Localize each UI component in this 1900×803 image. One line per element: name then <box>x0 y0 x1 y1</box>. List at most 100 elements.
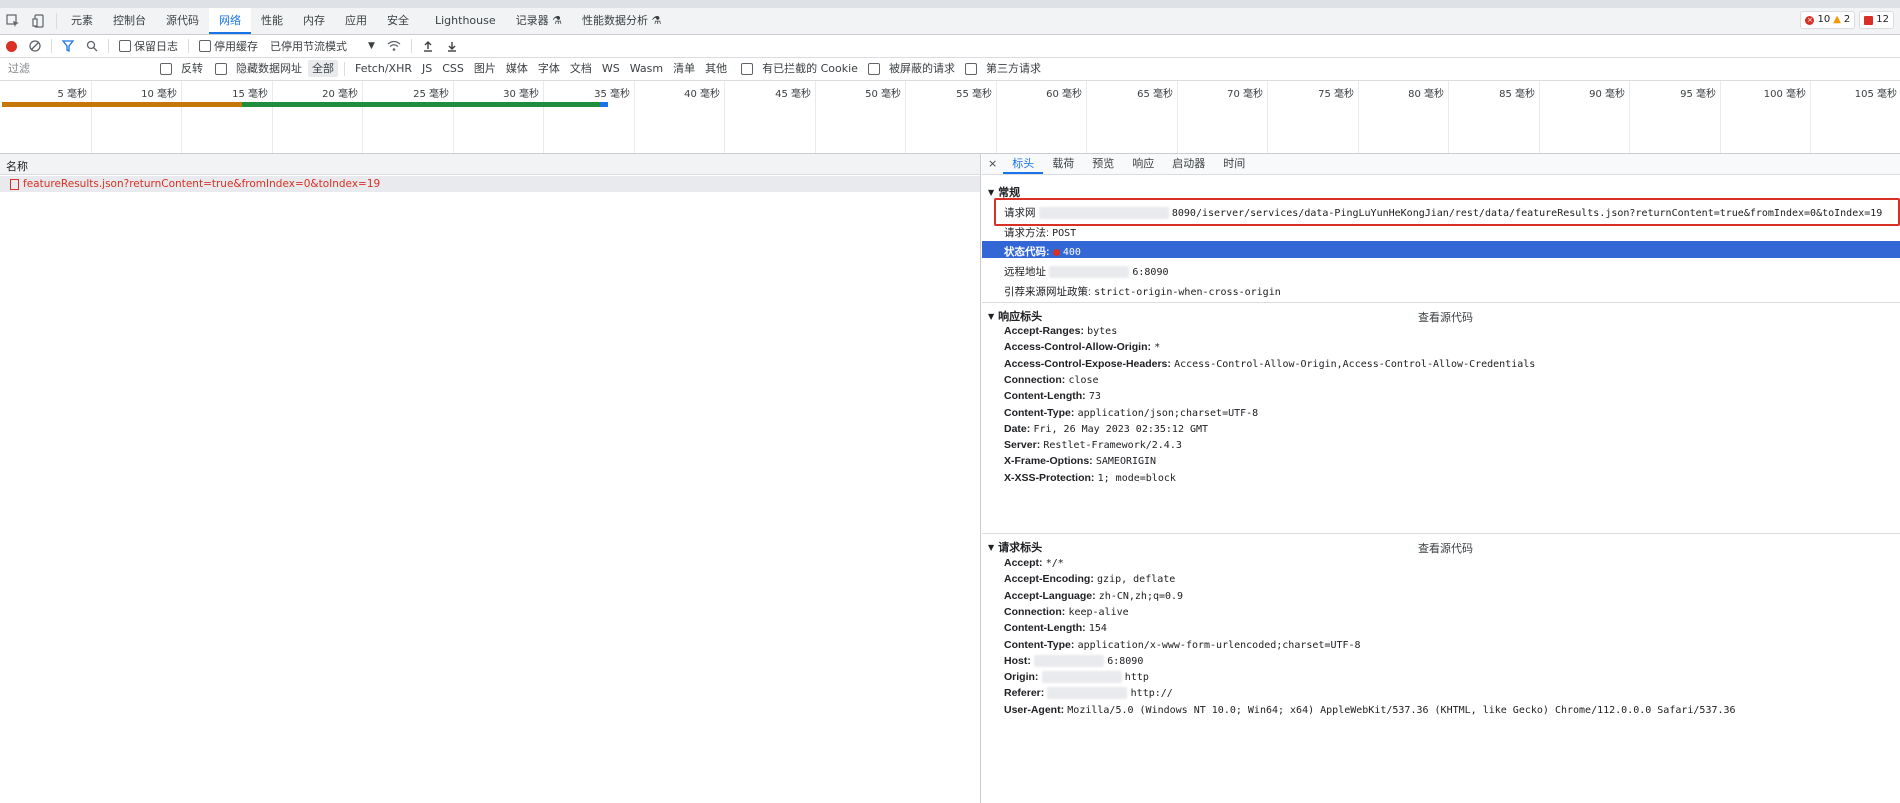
filter-bar: 过滤 反转 隐藏数据网址 全部 Fetch/XHR JS CSS 图片 媒体 字… <box>0 58 1900 81</box>
divider <box>344 61 345 76</box>
record-button[interactable] <box>0 35 23 57</box>
header-name: Origin: <box>1004 671 1039 684</box>
header-name: Accept: <box>1004 557 1043 569</box>
clear-button[interactable] <box>23 35 47 57</box>
response-headers-section-header[interactable]: ▼ 响应标头 <box>988 308 1042 324</box>
filter-icon <box>62 40 74 52</box>
filter-type-other[interactable]: 其他 <box>701 60 731 77</box>
network-conditions-button[interactable] <box>381 35 407 57</box>
filter-type-all[interactable]: 全部 <box>308 60 338 77</box>
filter-type-media[interactable]: 媒体 <box>502 60 532 77</box>
timeline-gridline <box>1358 81 1359 153</box>
tab-performance[interactable]: 性能 <box>251 8 293 34</box>
close-detail-button[interactable]: × <box>982 154 1003 174</box>
preserve-log-checkbox[interactable]: 保留日志 <box>113 35 184 57</box>
issues-flag-icon <box>1864 15 1874 25</box>
filter-type-ws[interactable]: WS <box>598 60 624 77</box>
table-row[interactable]: featureResults.json?returnContent=true&f… <box>0 176 980 192</box>
tab-performance-insights[interactable]: 性能数据分析 ⚗ <box>572 8 671 34</box>
tab-memory[interactable]: 内存 <box>293 8 335 34</box>
throttling-select[interactable]: 已停用节流模式 ▼ <box>264 35 381 57</box>
filter-type-fetch-xhr[interactable]: Fetch/XHR <box>351 60 416 77</box>
timeline-gridline <box>272 81 273 153</box>
error-count-badge[interactable]: × 10 ▲ 2 <box>1800 11 1856 29</box>
tab-network[interactable]: 网络 <box>209 8 251 34</box>
filter-type-font[interactable]: 字体 <box>534 60 564 77</box>
request-headers-section-header[interactable]: ▼ 请求标头 <box>988 539 1042 555</box>
preserve-log-label: 保留日志 <box>134 40 178 53</box>
filter-type-img[interactable]: 图片 <box>470 60 500 77</box>
disable-cache-checkbox[interactable]: 停用缓存 <box>193 35 264 57</box>
request-view-source-link[interactable]: 查看源代码 <box>1418 540 1473 556</box>
tab-console[interactable]: 控制台 <box>103 8 156 34</box>
tab-lighthouse[interactable]: Lighthouse <box>425 8 506 34</box>
selected-row-status[interactable] <box>982 241 1900 258</box>
hide-data-urls-checkbox[interactable] <box>215 62 227 75</box>
header-value: SAMEORIGIN <box>1095 456 1157 468</box>
issues-badge[interactable]: 12 <box>1859 11 1894 29</box>
timeline-gridline <box>724 81 725 153</box>
throttling-value: 已停用节流模式 <box>270 40 347 53</box>
tab-response[interactable]: 响应 <box>1123 154 1163 174</box>
redacted-host <box>1038 207 1169 219</box>
response-view-source-link[interactable]: 查看源代码 <box>1418 309 1473 325</box>
tab-timing[interactable]: 时间 <box>1214 154 1254 174</box>
invert-checkbox[interactable] <box>160 62 172 75</box>
window-strip <box>0 0 1900 8</box>
header-row: Access-Control-Expose-Headers: Access-Co… <box>1004 358 1535 370</box>
timeline-tick-label: 15 毫秒 <box>232 89 268 100</box>
divider <box>188 39 189 53</box>
header-row: Content-Length: 154 <box>1004 622 1107 634</box>
devtools-tab-bar: 元素 控制台 源代码 网络 性能 内存 应用 安全 Lighthouse 记录器… <box>0 8 1900 35</box>
remote-address-label: 远程地址 <box>1004 266 1046 278</box>
issue-counters[interactable]: × 10 ▲ 2 12 <box>1800 11 1894 29</box>
third-party-label: 第三方请求 <box>985 62 1041 75</box>
filter-toggle-button[interactable] <box>56 35 80 57</box>
timeline-gridline <box>1539 81 1540 153</box>
export-har-button[interactable] <box>440 35 464 57</box>
timeline-gridline <box>181 81 182 153</box>
filter-type-wasm[interactable]: Wasm <box>626 60 667 77</box>
inspect-element-icon[interactable] <box>0 8 26 34</box>
filter-type-css[interactable]: CSS <box>438 60 468 77</box>
checkbox-box[interactable] <box>199 40 211 52</box>
blocked-requests-checkbox[interactable] <box>867 62 880 75</box>
header-value: keep-alive <box>1068 606 1129 618</box>
issues-count: 12 <box>1876 14 1889 25</box>
header-row: Accept: */* <box>1004 557 1064 569</box>
blocked-requests-label: 被屏蔽的请求 <box>888 62 955 75</box>
expand-triangle-icon: ▼ <box>988 187 995 197</box>
upload-icon <box>423 41 432 52</box>
tab-recorder[interactable]: 记录器 ⚗ <box>506 8 572 34</box>
header-row: Access-Control-Allow-Origin: * <box>1004 341 1160 353</box>
tab-sources[interactable]: 源代码 <box>156 8 209 34</box>
header-row: Content-Type: application/x-www-form-url… <box>1004 639 1361 651</box>
filter-type-js[interactable]: JS <box>418 60 436 77</box>
filter-type-manifest[interactable]: 清单 <box>669 60 699 77</box>
expand-triangle-icon: ▼ <box>988 311 995 321</box>
remote-address-value: 6:8090 <box>1132 267 1169 278</box>
warning-icon: ▲ <box>1833 14 1841 25</box>
checkbox-box[interactable] <box>119 40 131 52</box>
tab-initiator[interactable]: 启动器 <box>1163 154 1214 174</box>
header-row: Connection: close <box>1004 374 1099 386</box>
filter-type-doc[interactable]: 文档 <box>566 60 596 77</box>
blocked-cookies-checkbox[interactable] <box>741 62 754 75</box>
tab-application[interactable]: 应用 <box>335 8 377 34</box>
header-row: Server: Restlet-Framework/2.4.3 <box>1004 439 1182 451</box>
tab-preview[interactable]: 预览 <box>1083 154 1123 174</box>
header-value: 1; mode=block <box>1097 472 1176 484</box>
timeline-tick-label: 95 毫秒 <box>1680 89 1716 100</box>
tab-headers[interactable]: 标头 <box>1003 154 1044 174</box>
search-button[interactable] <box>80 35 104 57</box>
import-har-button[interactable] <box>416 35 440 57</box>
device-toolbar-icon[interactable] <box>26 8 52 34</box>
timeline-tick-label: 5 毫秒 <box>57 89 87 100</box>
tab-payload[interactable]: 载荷 <box>1043 154 1083 174</box>
name-column-header[interactable]: 名称 <box>0 154 980 175</box>
tab-security[interactable]: 安全 <box>377 8 419 34</box>
third-party-checkbox[interactable] <box>964 62 977 75</box>
filter-input[interactable]: 过滤 <box>4 60 153 77</box>
tab-elements[interactable]: 元素 <box>61 8 103 34</box>
network-overview-timeline[interactable]: 5 毫秒 10 毫秒 15 毫秒 20 毫秒 25 毫秒 30 毫秒 35 毫秒 40 毫秒 4… <box>0 81 1900 154</box>
